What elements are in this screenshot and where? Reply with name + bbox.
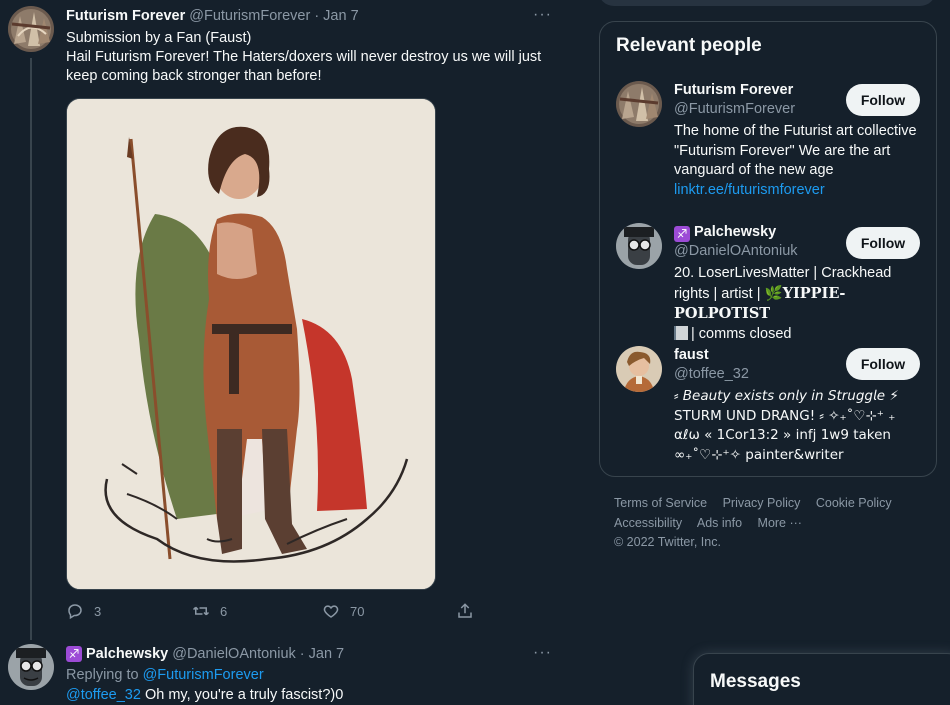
tweet[interactable]: Futurism Forever @FuturismForever · Jan …: [0, 0, 578, 640]
sagittarius-icon: ♐: [674, 226, 690, 242]
separator-dot: ·: [299, 646, 305, 662]
replying-to: Replying to @FuturismForever: [66, 666, 558, 685]
tweet-text-line: Hail Futurism Forever! The Haters/doxers…: [66, 49, 542, 84]
ads-info-link[interactable]: Ads info: [697, 516, 742, 530]
copyright: © 2022 Twitter, Inc.: [614, 535, 721, 549]
tweet[interactable]: ♐ Palchewsky @DanielOAntoniuk · Jan 7 ··…: [0, 640, 578, 705]
bio-text: The home of the Futurist art collective …: [674, 123, 917, 178]
sagittarius-icon: ♐: [66, 646, 82, 662]
messages-title[interactable]: Messages: [710, 671, 801, 693]
author-name[interactable]: Futurism Forever: [66, 8, 185, 24]
retweet-button[interactable]: 6: [192, 602, 227, 620]
avatar[interactable]: [8, 644, 54, 690]
herb-icon: 🌿: [764, 285, 783, 302]
more-link[interactable]: More ···: [758, 516, 802, 530]
footer-links: Terms of Service Privacy Policy Cookie P…: [614, 494, 934, 553]
follow-button[interactable]: Follow: [846, 348, 920, 380]
avatar[interactable]: [8, 6, 54, 52]
tweet-text-body: Oh my, you're a truly fascist?)0: [144, 687, 344, 703]
reply-button[interactable]: 3: [66, 602, 101, 620]
accessibility-link[interactable]: Accessibility: [614, 516, 682, 530]
author-name[interactable]: Palchewsky: [86, 646, 168, 662]
page: Futurism Forever @FuturismForever · Jan …: [0, 0, 950, 705]
avatar[interactable]: [616, 223, 662, 269]
follow-button[interactable]: Follow: [846, 227, 920, 259]
like-count: 70: [350, 603, 365, 619]
person-bio: The home of the Futurist art collective …: [674, 122, 924, 200]
follow-button[interactable]: Follow: [846, 84, 920, 116]
messages-drawer[interactable]: Messages: [693, 653, 950, 705]
cookie-link[interactable]: Cookie Policy: [816, 496, 892, 510]
tweet-image[interactable]: [66, 98, 436, 590]
like-icon: [323, 605, 339, 618]
flag-icon: [674, 325, 688, 340]
relevant-people-card: Relevant people Futurism Forever @Futuri…: [599, 21, 937, 477]
avatar[interactable]: [616, 346, 662, 392]
privacy-link[interactable]: Privacy Policy: [723, 496, 801, 510]
share-button[interactable]: [456, 602, 484, 620]
tweet-text: @toffee_32 Oh my, you're a truly fascist…: [66, 686, 558, 705]
replying-to-label: Replying to: [66, 667, 139, 683]
mention-link[interactable]: @toffee_32: [66, 687, 141, 703]
person-name-text: Palchewsky: [694, 224, 777, 240]
avatar[interactable]: [616, 81, 662, 127]
person-bio: 20. LoserLivesMatter | Crackhead rights …: [674, 264, 924, 344]
search-bar[interactable]: [598, 0, 936, 6]
terms-link[interactable]: Terms of Service: [614, 496, 707, 510]
tweet-text: Submission by a Fan (Faust) Hail Futuris…: [66, 29, 558, 86]
relevant-people-title: Relevant people: [616, 35, 762, 56]
timeline: Futurism Forever @FuturismForever · Jan …: [0, 0, 578, 705]
tweet-date[interactable]: Jan 7: [309, 646, 344, 662]
more-icon[interactable]: ···: [533, 6, 552, 24]
person-bio: ⸗ 𝘉𝘦𝘢𝘶𝘵𝘺 𝘦𝘹𝘪𝘴𝘵𝘴 𝘰𝘯𝘭𝘺 𝘪𝘯 𝘚𝘵𝘳𝘶𝘨𝘨𝘭𝘦 ⚡ STURM…: [674, 387, 924, 465]
retweet-count: 6: [220, 603, 228, 619]
bio-text: ⸗ 𝘉𝘦𝘢𝘶𝘵𝘺 𝘦𝘹𝘪𝘴𝘵𝘴 𝘰𝘯𝘭𝘺 𝘪𝘯 𝘚𝘵𝘳𝘶𝘨𝘨𝘭𝘦 ⚡ STURM…: [674, 388, 899, 463]
tweet-text-line: Submission by a Fan (Faust): [66, 30, 252, 46]
tweet-actions: 3 6 70: [66, 602, 480, 624]
reply-icon: [68, 604, 82, 620]
replying-to-link[interactable]: @FuturismForever: [143, 667, 264, 683]
like-button[interactable]: 70: [322, 602, 364, 620]
author-handle[interactable]: @DanielOAntoniuk: [172, 646, 296, 662]
bio-link[interactable]: linktr.ee/futurismforever: [674, 182, 825, 198]
separator-dot: ·: [314, 8, 320, 24]
retweet-icon: [192, 606, 210, 616]
tweet-date[interactable]: Jan 7: [323, 8, 358, 24]
author-handle[interactable]: @FuturismForever: [189, 8, 310, 24]
more-icon[interactable]: ···: [533, 644, 552, 662]
bio-text: | comms closed: [691, 325, 792, 342]
share-icon: [458, 603, 472, 618]
reply-count: 3: [94, 603, 102, 619]
